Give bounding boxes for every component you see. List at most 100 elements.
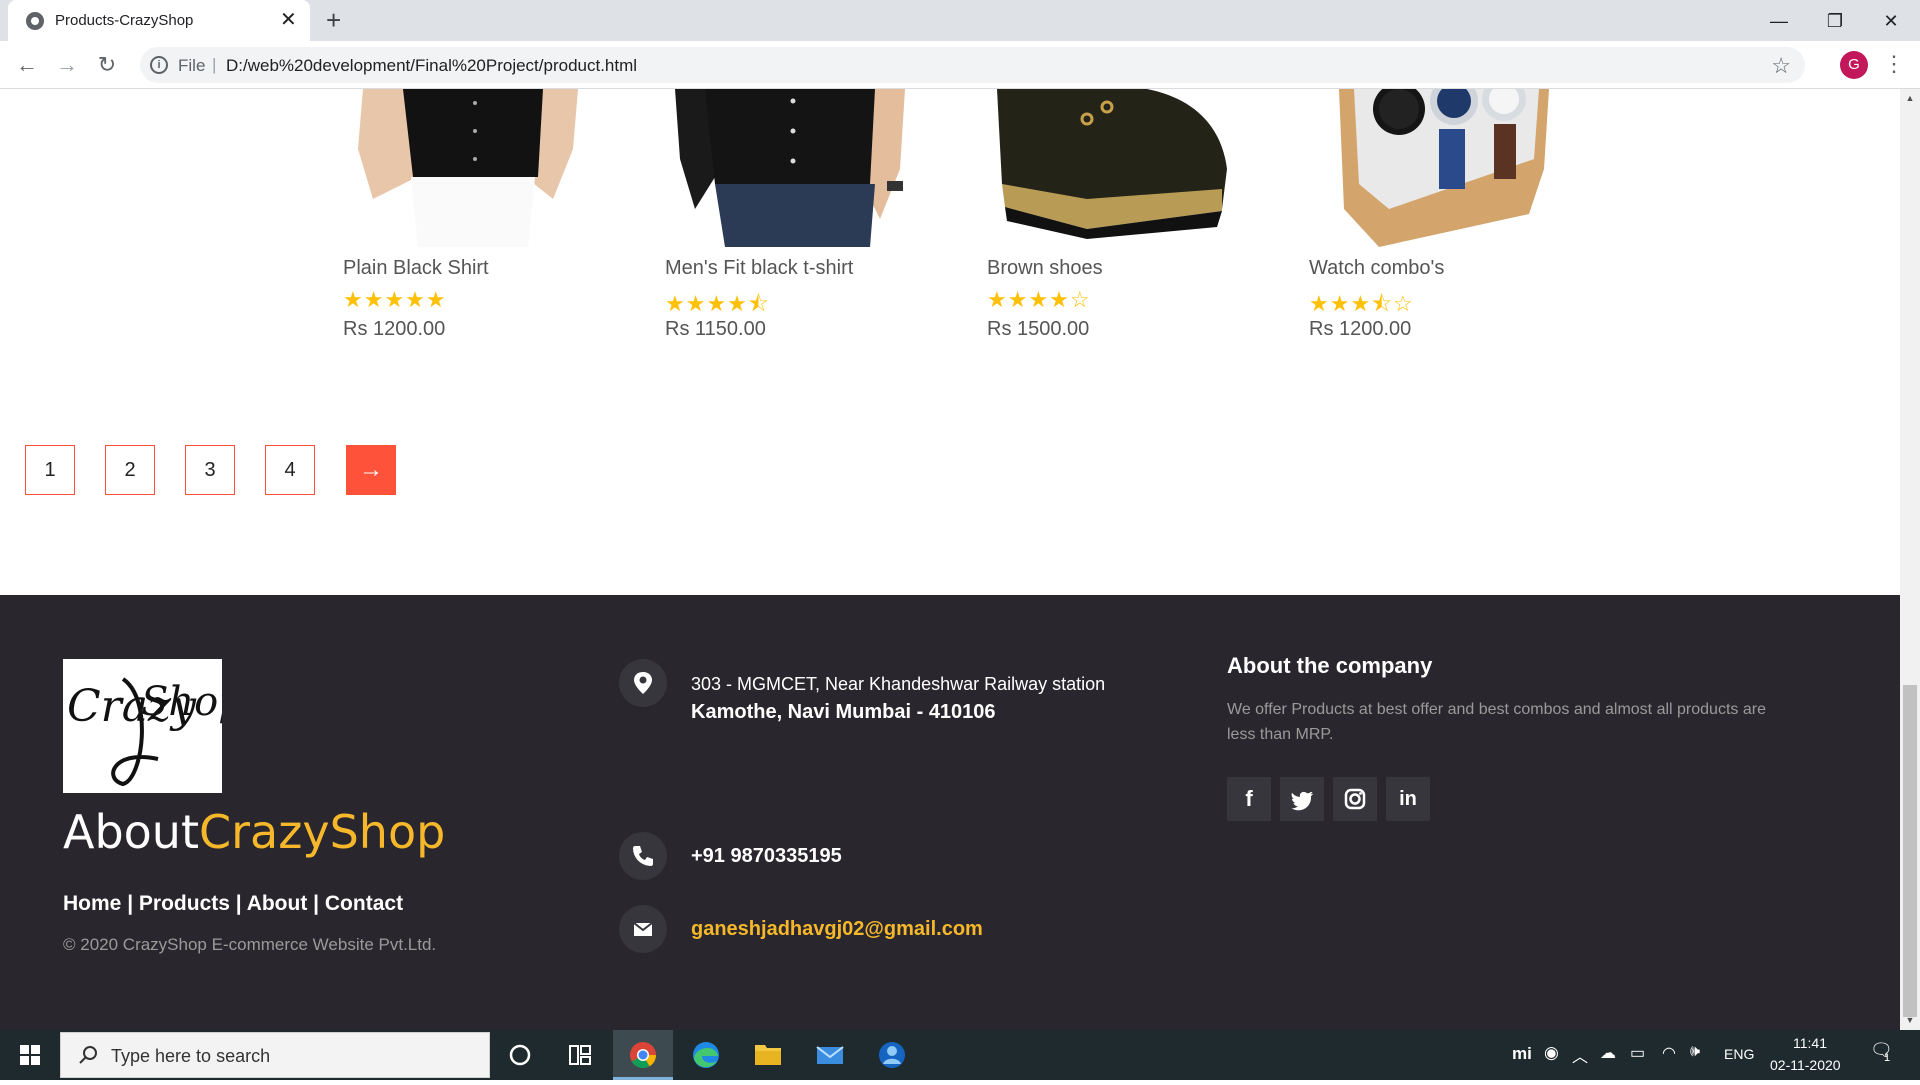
- windows-start-icon[interactable]: [0, 1030, 60, 1080]
- footer-link-home[interactable]: Home: [63, 892, 121, 915]
- url-scheme: File: [178, 56, 206, 75]
- product-price: Rs 1200.00: [343, 318, 446, 340]
- browser-toolbar: ← → ↻ i File | D:/web%20development/Fina…: [0, 41, 1920, 89]
- page-button-2[interactable]: 2: [105, 445, 155, 495]
- store-app-icon[interactable]: [862, 1030, 922, 1080]
- file-explorer-icon[interactable]: [738, 1030, 798, 1080]
- url-text[interactable]: D:/web%20development/Final%20Project/pro…: [226, 56, 637, 76]
- vertical-scrollbar[interactable]: ▲ ▼: [1900, 89, 1920, 1030]
- notification-count: 1: [1884, 1052, 1891, 1064]
- product-card[interactable]: Brown shoes ★★★★☆ Rs 1500.00: [987, 89, 1267, 349]
- footer-link-contact[interactable]: Contact: [325, 892, 403, 915]
- language-indicator[interactable]: ENG: [1724, 1046, 1754, 1062]
- instagram-icon[interactable]: [1333, 777, 1377, 821]
- footer-link-about[interactable]: About: [247, 892, 308, 915]
- product-price: Rs 1150.00: [665, 318, 766, 340]
- globe-icon: [26, 12, 44, 30]
- info-icon[interactable]: i: [150, 56, 168, 74]
- cortana-icon[interactable]: [490, 1030, 550, 1080]
- contact-phone[interactable]: +91 9870335195: [691, 845, 842, 868]
- cloud-icon[interactable]: ☁: [1600, 1043, 1616, 1063]
- clock-date[interactable]: 02-11-2020: [1770, 1057, 1841, 1073]
- next-page-button[interactable]: →: [346, 445, 396, 495]
- browser-menu-icon[interactable]: ⋮: [1883, 49, 1905, 79]
- about-word: About: [63, 805, 200, 859]
- task-view-icon[interactable]: [550, 1030, 610, 1080]
- envelope-icon: [619, 905, 667, 953]
- product-image[interactable]: [997, 89, 1237, 247]
- clock-time[interactable]: 11:41: [1793, 1035, 1827, 1051]
- copyright-text: © 2020 CrazyShop E-commerce Website Pvt.…: [63, 935, 437, 954]
- site-footer: Crazy Shop AboutCrazyShop Home | Product…: [0, 595, 1900, 1030]
- facebook-icon[interactable]: f: [1227, 777, 1271, 821]
- product-image[interactable]: [675, 89, 915, 247]
- product-price: Rs 1500.00: [987, 318, 1090, 340]
- page-button-4[interactable]: 4: [265, 445, 315, 495]
- mi-tray-icon[interactable]: mi: [1512, 1044, 1532, 1064]
- taskbar-search-box[interactable]: Type here to search: [60, 1032, 490, 1078]
- close-window-button[interactable]: ✕: [1863, 6, 1919, 36]
- address-line-1: 303 - MGMCET, Near Khandeshwar Railway s…: [691, 674, 1106, 694]
- linkedin-icon[interactable]: in: [1386, 777, 1430, 821]
- mail-icon[interactable]: [800, 1030, 860, 1080]
- product-price: Rs 1200.00: [1309, 318, 1412, 340]
- close-tab-icon[interactable]: ✕: [280, 9, 297, 31]
- minimize-button[interactable]: —: [1751, 6, 1807, 36]
- bookmark-star-icon[interactable]: ☆: [1771, 53, 1791, 79]
- product-rating: ★★★★☆: [987, 287, 1091, 312]
- sync-tray-icon[interactable]: ◉: [1544, 1043, 1559, 1063]
- product-name[interactable]: Men's Fit black t-shirt: [665, 257, 853, 280]
- browser-tabstrip: Products-CrazyShop ✕ + — ❐ ✕: [0, 0, 1920, 41]
- volume-icon[interactable]: 🕪: [1690, 1043, 1700, 1061]
- link-separator: |: [229, 892, 247, 915]
- battery-icon[interactable]: ▭: [1630, 1043, 1645, 1063]
- link-separator: |: [121, 892, 139, 915]
- footer-links: Home | Products | About | Contact: [63, 892, 403, 916]
- restore-button[interactable]: ❐: [1807, 6, 1863, 36]
- scroll-thumb[interactable]: [1903, 685, 1917, 1017]
- phone-icon: [619, 832, 667, 880]
- twitter-icon[interactable]: [1280, 777, 1324, 821]
- about-brand-heading: AboutCrazyShop: [63, 805, 445, 859]
- footer-link-products[interactable]: Products: [139, 892, 230, 915]
- contact-email[interactable]: ganeshjadhavgj02@gmail.com: [691, 918, 983, 941]
- search-placeholder: Type here to search: [111, 1046, 271, 1066]
- product-rating: ★★★★★: [343, 287, 447, 312]
- about-company-heading: About the company: [1227, 653, 1433, 678]
- wifi-icon[interactable]: ◠: [1662, 1043, 1676, 1063]
- forward-button[interactable]: →: [52, 50, 82, 80]
- link-separator: |: [307, 892, 325, 915]
- browser-tab[interactable]: Products-CrazyShop ✕: [8, 0, 310, 41]
- product-name[interactable]: Plain Black Shirt: [343, 257, 489, 280]
- product-card[interactable]: Plain Black Shirt ★★★★★ Rs 1200.00: [343, 89, 623, 349]
- crazyshop-logo: Crazy Shop: [63, 659, 244, 793]
- address-line-2: Kamothe, Navi Mumbai - 410106: [691, 701, 996, 723]
- reload-button[interactable]: ↻: [92, 50, 122, 80]
- product-name[interactable]: Brown shoes: [987, 257, 1103, 280]
- svg-text:Shop: Shop: [141, 679, 222, 725]
- about-company-text: We offer Products at best offer and best…: [1227, 701, 1766, 743]
- location-pin-icon: [619, 659, 667, 707]
- windows-taskbar: Type here to search mi ◉ ︿ ☁ ▭ ◠ 🕪 ENG 1…: [0, 1030, 1920, 1080]
- scroll-down-arrow-icon[interactable]: ▼: [1904, 1015, 1916, 1025]
- product-image[interactable]: [353, 89, 593, 247]
- search-icon: [79, 1046, 97, 1064]
- page-button-1[interactable]: 1: [25, 445, 75, 495]
- profile-avatar[interactable]: G: [1840, 51, 1868, 79]
- product-card[interactable]: Men's Fit black t-shirt ★★★★⯪ Rs 1150.00: [665, 89, 945, 349]
- url-separator: |: [212, 55, 217, 74]
- tab-title: Products-CrazyShop: [55, 12, 194, 29]
- new-tab-button[interactable]: +: [326, 6, 341, 34]
- back-button[interactable]: ←: [12, 50, 42, 80]
- scroll-up-arrow-icon[interactable]: ▲: [1904, 93, 1916, 103]
- product-image[interactable]: [1319, 89, 1559, 247]
- page-viewport: Plain Black Shirt ★★★★★ Rs 1200.00 Men's…: [0, 89, 1900, 1030]
- chevron-up-icon[interactable]: ︿: [1572, 1043, 1588, 1067]
- product-card[interactable]: Watch combo's ★★★⯪☆ Rs 1200.00: [1309, 89, 1589, 349]
- edge-icon[interactable]: [676, 1030, 736, 1080]
- chrome-icon[interactable]: [613, 1030, 673, 1080]
- product-name[interactable]: Watch combo's: [1309, 257, 1444, 280]
- brand-name: CrazyShop: [199, 805, 446, 859]
- address-bar[interactable]: i File | D:/web%20development/Final%20Pr…: [140, 47, 1805, 83]
- page-button-3[interactable]: 3: [185, 445, 235, 495]
